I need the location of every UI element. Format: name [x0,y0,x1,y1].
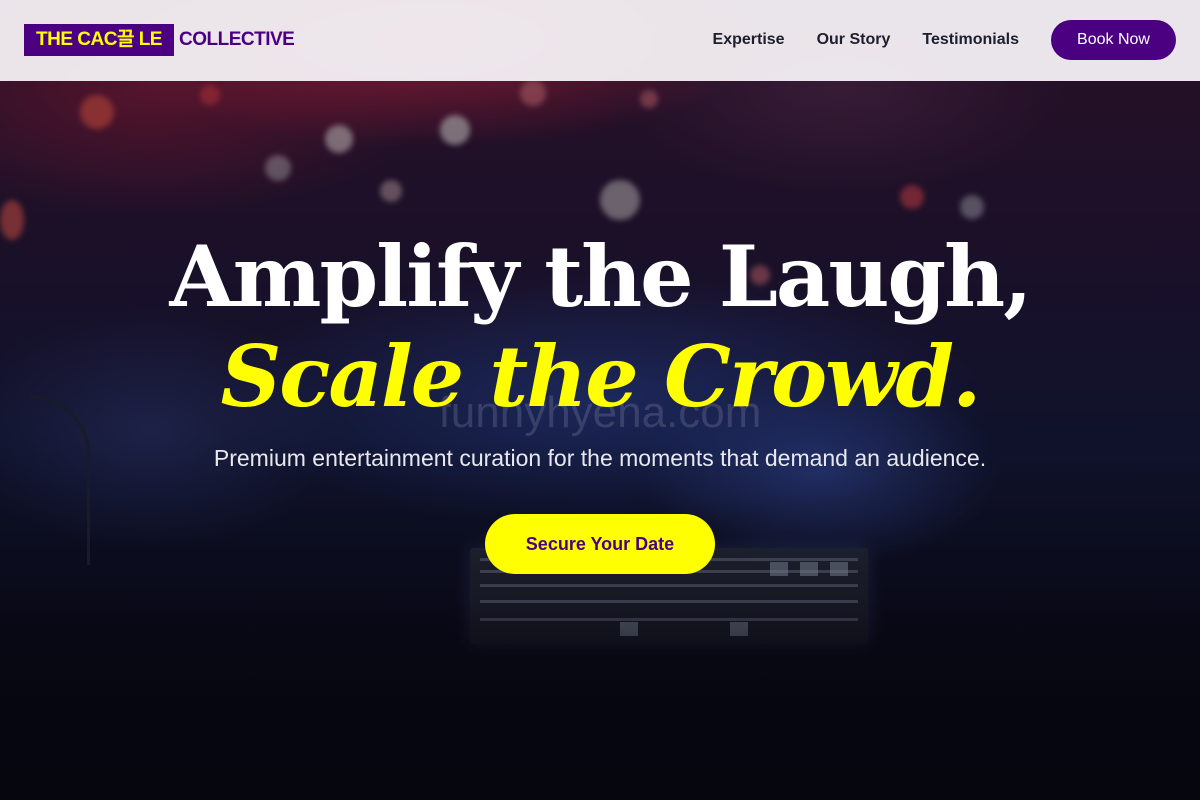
nav-link-testimonials[interactable]: Testimonials [922,31,1019,49]
hero-content: Amplify the Laugh, Scale the Crowd. Prem… [0,0,1200,800]
secure-date-button[interactable]: Secure Your Date [485,514,715,574]
hero-subtitle: Premium entertainment curation for the m… [213,445,987,471]
logo-text: COLLECTIVE [178,29,295,50]
brand-logo[interactable]: THE CAC끌 LE COLLECTIVE [24,24,295,56]
hero-headline-line1: Amplify the Laugh, [169,227,1033,326]
nav-link-our-story[interactable]: Our Story [817,31,891,49]
nav-link-expertise[interactable]: Expertise [713,31,785,49]
hero-headline-line2: Scale the Crowd. [220,327,982,426]
nav-links: Expertise Our Story Testimonials Book No… [713,20,1176,60]
book-now-button[interactable]: Book Now [1051,20,1176,60]
top-navigation: THE CAC끌 LE COLLECTIVE Expertise Our Sto… [0,0,1200,81]
logo-highlight: THE CAC끌 LE [24,24,174,56]
